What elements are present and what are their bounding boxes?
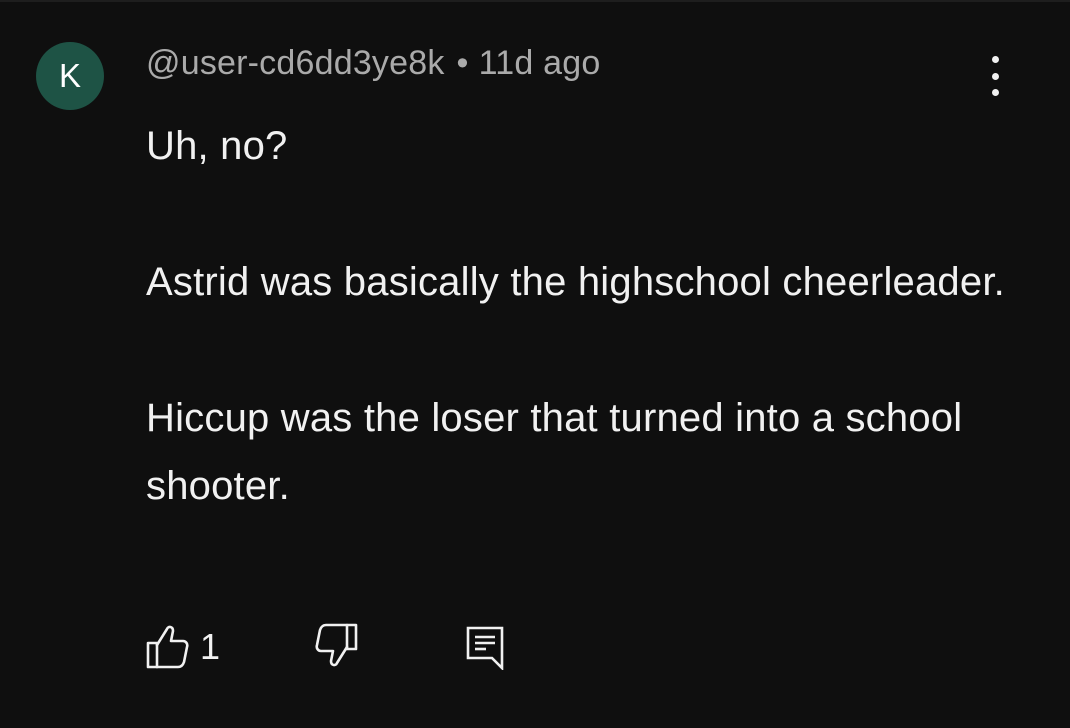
reply-button[interactable] — [464, 622, 508, 670]
author-handle[interactable]: @user-cd6dd3ye8k — [146, 44, 445, 82]
menu-dot — [991, 56, 999, 63]
comment-paragraph: Astrid was basically the highschool chee… — [146, 260, 1005, 304]
comment-header: @user-cd6dd3ye8k • 11d ago — [146, 44, 600, 83]
like-count: 1 — [200, 626, 221, 667]
menu-dot — [991, 72, 999, 80]
comment-timestamp[interactable]: 11d ago — [479, 44, 601, 82]
comment-paragraph: Hiccup was the loser that turned into a … — [146, 396, 963, 508]
comment-thread: K @user-cd6dd3ye8k • 11d ago Uh, no? Astri… — [0, 0, 1070, 728]
comment-reply-icon — [466, 626, 504, 670]
like-button[interactable] — [146, 622, 190, 670]
more-vert-icon[interactable] — [980, 56, 1010, 96]
avatar[interactable]: K — [36, 42, 104, 110]
comment-body: Uh, no? Astrid was basically the highsch… — [146, 112, 1026, 520]
avatar-letter: K — [58, 57, 81, 94]
thumbs-up-icon — [146, 625, 189, 669]
comment-paragraph: Uh, no? — [146, 124, 288, 168]
thumbs-down-icon — [315, 623, 358, 667]
header-separator: • — [456, 44, 469, 82]
dislike-button[interactable] — [314, 622, 358, 670]
menu-dot — [991, 89, 999, 96]
